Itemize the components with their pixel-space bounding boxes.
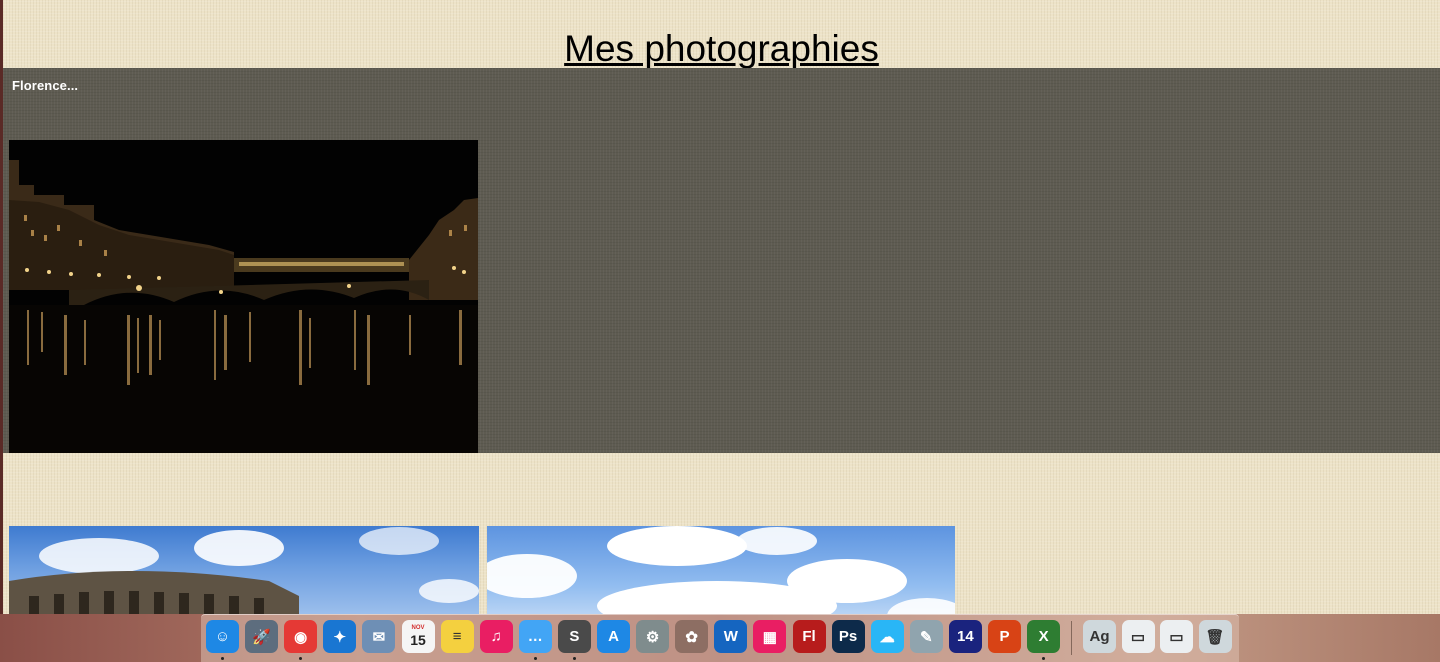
notes-glyph: ≡ <box>452 628 462 645</box>
mosaic-glyph: ▦ <box>762 628 777 646</box>
photoshop-glyph: Ps <box>838 628 858 645</box>
word-icon[interactable]: W <box>714 620 748 653</box>
photo-colosseum[interactable] <box>9 526 479 614</box>
app-store-glyph: A <box>608 628 619 645</box>
powerpoint-icon[interactable]: P <box>988 620 1021 653</box>
flash-icon[interactable]: Fl <box>792 620 826 653</box>
photo-florence-night[interactable] <box>9 140 478 453</box>
mail-glyph: ✉ <box>372 628 386 646</box>
cloud-app-icon[interactable]: ☁ <box>870 620 904 653</box>
font-book-glyph: Ag <box>1089 628 1110 645</box>
window-left-edge <box>0 0 3 614</box>
finder-icon[interactable]: ☺ <box>206 620 239 653</box>
excel-icon[interactable]: X <box>1027 620 1061 653</box>
trash-icon[interactable]: 🗑 <box>1198 620 1232 653</box>
finder-glyph: ☺ <box>214 628 231 645</box>
font-book-icon[interactable]: Ag <box>1083 620 1116 653</box>
preview-icon[interactable]: ✎ <box>909 620 943 653</box>
notes-icon[interactable]: ≡ <box>440 620 474 653</box>
photo-clouds-sky[interactable] <box>487 526 955 614</box>
installer-icon[interactable]: ✿ <box>675 620 709 653</box>
running-indicator <box>299 657 303 660</box>
flash-glyph: Fl <box>802 628 816 645</box>
florence-night-illustration <box>9 140 478 453</box>
chrome-icon[interactable]: ◉ <box>284 620 318 653</box>
photoshop-icon[interactable]: Ps <box>831 620 865 653</box>
chrome-glyph: ◉ <box>294 628 308 646</box>
dock: ☺ 🚀 ◉ ✦ ✉ NOV 15 ≡ ♫ … S A ⚙ ✿ W ▦ Fl Ps ☁ ✎ 14 P X Ag ▭ ▭ 🗑 <box>201 614 1239 662</box>
i14-icon[interactable]: 14 <box>948 620 982 653</box>
page-title[interactable]: Mes photographies <box>3 28 1440 70</box>
excel-glyph: X <box>1038 628 1049 645</box>
safari-glyph: ✦ <box>333 628 347 646</box>
running-indicator <box>533 657 537 660</box>
document-glyph: ▭ <box>1130 628 1146 646</box>
trash-glyph: 🗑 <box>1205 628 1225 646</box>
calendar-icon[interactable]: NOV 15 <box>401 620 435 653</box>
app-store-icon[interactable]: A <box>597 620 630 653</box>
mail-icon[interactable]: ✉ <box>362 620 396 653</box>
downloads-icon[interactable]: ▭ <box>1160 620 1193 653</box>
system-preferences-glyph: ⚙ <box>645 628 660 646</box>
album-label: Florence... <box>12 78 79 93</box>
mosaic-icon[interactable]: ▦ <box>753 620 787 653</box>
installer-glyph: ✿ <box>685 628 698 646</box>
preview-glyph: ✎ <box>920 628 933 646</box>
itunes-icon[interactable]: ♫ <box>479 620 513 653</box>
calendar-month: NOV <box>411 625 425 631</box>
word-glyph: W <box>723 628 738 645</box>
powerpoint-glyph: P <box>999 628 1010 645</box>
colosseum-illustration <box>9 527 479 614</box>
safari-icon[interactable]: ✦ <box>323 620 357 653</box>
album-florence: Florence... <box>3 68 1440 453</box>
running-indicator <box>1042 657 1046 660</box>
system-preferences-icon[interactable]: ⚙ <box>636 620 670 653</box>
browser-page: Mes photographies Florence... <box>3 0 1440 614</box>
sublime-text-glyph: S <box>569 628 580 645</box>
cloud-app-glyph: ☁ <box>879 628 895 646</box>
document-icon[interactable]: ▭ <box>1121 620 1155 653</box>
downloads-glyph: ▭ <box>1169 628 1184 646</box>
running-indicator <box>572 657 576 660</box>
launchpad-glyph: 🚀 <box>252 628 271 646</box>
calendar-date: 15 <box>410 632 426 648</box>
messages-icon[interactable]: … <box>518 620 552 653</box>
dock-separator <box>1071 621 1072 655</box>
running-indicator <box>221 657 224 660</box>
launchpad-icon[interactable]: 🚀 <box>245 620 279 653</box>
sublime-text-icon[interactable]: S <box>557 620 591 653</box>
i14-glyph: 14 <box>957 628 974 645</box>
messages-glyph: … <box>527 628 543 645</box>
clouds-illustration <box>487 526 955 614</box>
itunes-glyph: ♫ <box>490 628 502 645</box>
